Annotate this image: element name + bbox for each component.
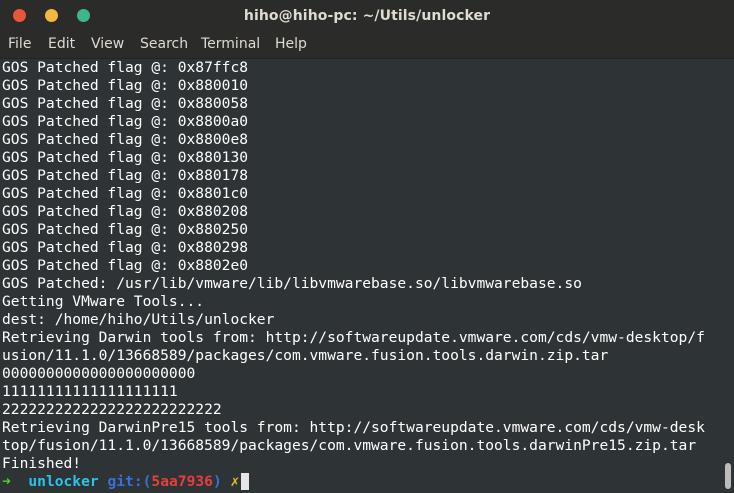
terminal-line: GOS Patched flag @: 0x880130: [2, 149, 249, 166]
terminal-line: 0000000000000000000000: [2, 365, 196, 382]
terminal-line: GOS Patched flag @: 0x880298: [2, 239, 249, 256]
terminal-line: GOS Patched flag @: 0x8800e8: [2, 131, 249, 148]
terminal-line: GOS Patched flag @: 0x87ffc8: [2, 59, 249, 76]
terminal-line: GOS Patched flag @: 0x8801c0: [2, 185, 249, 202]
terminal-line: GOS Patched flag @: 0x880010: [2, 77, 249, 94]
menu-edit[interactable]: Edit: [48, 32, 75, 56]
menu-help[interactable]: Help: [275, 32, 307, 56]
text-cursor: [241, 473, 250, 490]
terminal-line: GOS Patched flag @: 0x880250: [2, 221, 249, 238]
prompt-paren-close: ): [212, 473, 222, 490]
menu-file[interactable]: File: [8, 32, 31, 56]
prompt-arrow-icon: ➜: [2, 473, 11, 490]
terminal-line: GOS Patched flag @: 0x8802e0: [2, 257, 249, 274]
menu-bar: File Edit View Search Terminal Help: [0, 32, 734, 59]
shell-prompt[interactable]: ➜ unlocker git:(5aa7936) ✗: [2, 473, 250, 491]
terminal-window: hiho@hiho-pc: ~/Utils/unlocker File Edit…: [0, 0, 734, 493]
terminal-line: GOS Patched flag @: 0x880058: [2, 95, 249, 112]
terminal-output[interactable]: GOS Patched flag @: 0x87ffc8 GOS Patched…: [0, 59, 724, 493]
menu-terminal[interactable]: Terminal: [201, 32, 260, 56]
menu-search[interactable]: Search: [140, 32, 188, 56]
terminal-line: usion/11.1.0/13668589/packages/com.vmwar…: [2, 347, 609, 364]
terminal-line: GOS Patched flag @: 0x8800a0: [2, 113, 249, 130]
scrollbar-thumb[interactable]: [725, 463, 731, 489]
prompt-git-label: git:: [107, 473, 143, 490]
prompt-directory: unlocker: [28, 473, 99, 490]
terminal-line: GOS Patched: /usr/lib/vmware/lib/libvmwa…: [2, 275, 582, 292]
title-bar[interactable]: hiho@hiho-pc: ~/Utils/unlocker: [0, 0, 734, 32]
prompt-dirty-icon: ✗: [230, 473, 240, 490]
terminal-line: 11111111111111111111: [2, 383, 178, 400]
terminal-line: dest: /home/hiho/Utils/unlocker: [2, 311, 275, 328]
terminal-line: top/fusion/11.1.0/13668589/packages/com.…: [2, 437, 697, 454]
terminal-line: Getting VMware Tools...: [2, 293, 205, 310]
terminal-line: GOS Patched flag @: 0x880178: [2, 167, 249, 184]
terminal-line: Retrieving DarwinPre15 tools from: http:…: [2, 419, 705, 436]
menu-view[interactable]: View: [91, 32, 124, 56]
vertical-scrollbar[interactable]: [724, 59, 734, 493]
terminal-line: 2222222222222222222222222: [2, 401, 222, 418]
terminal-line: Finished!: [2, 455, 82, 472]
terminal-line: GOS Patched flag @: 0x880208: [2, 203, 249, 220]
terminal-line: Retrieving Darwin tools from: http://sof…: [2, 329, 705, 346]
window-title: hiho@hiho-pc: ~/Utils/unlocker: [243, 8, 491, 24]
prompt-git-branch: 5aa7936: [151, 473, 213, 490]
